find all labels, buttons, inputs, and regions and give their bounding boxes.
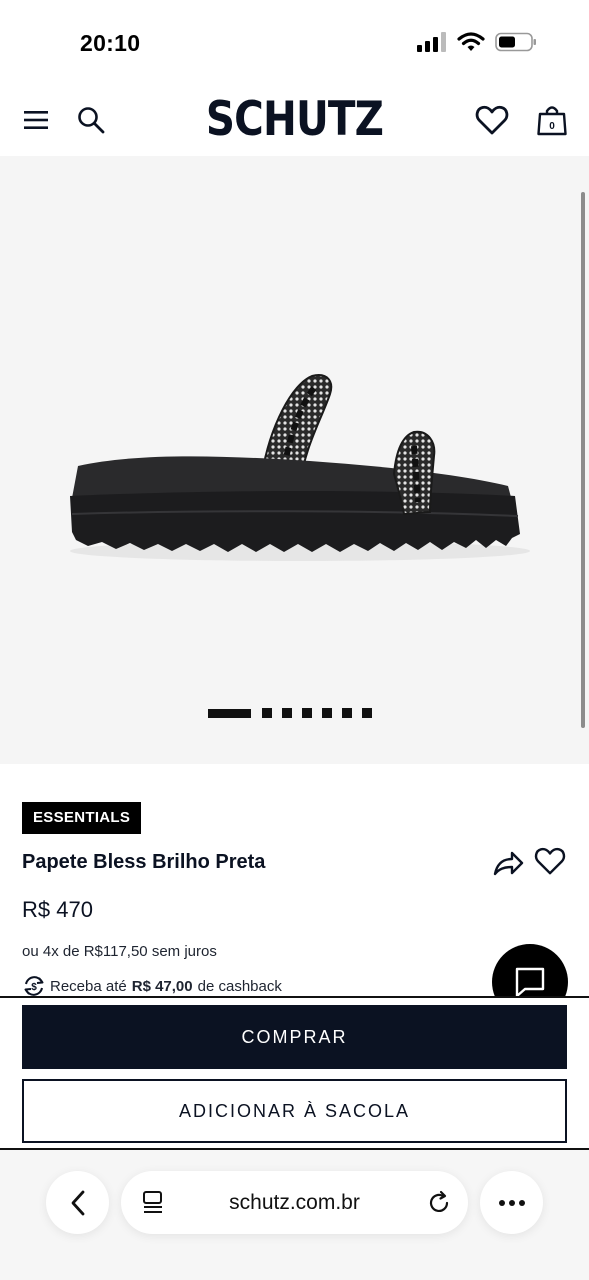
cashback-icon: $ bbox=[24, 976, 44, 996]
gallery-pagination[interactable] bbox=[208, 708, 372, 718]
favorite-button[interactable] bbox=[534, 846, 568, 880]
reader-icon bbox=[143, 1191, 162, 1213]
scroll-indicator[interactable] bbox=[581, 192, 585, 728]
more-options-button[interactable] bbox=[480, 1171, 543, 1234]
gallery-dot-active[interactable] bbox=[208, 708, 251, 718]
gallery-dot[interactable] bbox=[302, 708, 312, 718]
cashback-amount: R$ 47,00 bbox=[131, 977, 193, 995]
gallery-dot[interactable] bbox=[342, 708, 352, 718]
svg-text:$: $ bbox=[31, 982, 37, 993]
cashback-suffix: de cashback bbox=[197, 977, 282, 995]
cashback-prefix: Receba até bbox=[50, 977, 127, 995]
buy-button[interactable]: COMPRAR bbox=[22, 1005, 567, 1069]
status-time: 20:10 bbox=[80, 30, 141, 56]
gallery-dot[interactable] bbox=[362, 708, 372, 718]
reload-icon[interactable] bbox=[426, 1190, 452, 1216]
wishlist-button[interactable] bbox=[472, 100, 512, 140]
chevron-left-icon bbox=[71, 1190, 84, 1215]
shopping-bag-icon: 0 bbox=[537, 106, 567, 136]
bag-count: 0 bbox=[549, 121, 555, 132]
product-image bbox=[70, 374, 530, 561]
product-image-gallery[interactable] bbox=[0, 156, 589, 764]
bag-button[interactable]: 0 bbox=[532, 100, 572, 140]
site-header: SCHUTZ 0 bbox=[0, 86, 589, 156]
gallery-dot[interactable] bbox=[282, 708, 292, 718]
cashback-info: $ Receba até R$ 47,00 de cashback bbox=[22, 975, 282, 997]
status-bar: 20:10 bbox=[0, 0, 589, 86]
collection-badge: ESSENTIALS bbox=[22, 802, 142, 834]
address-bar[interactable]: schutz.com.br bbox=[121, 1171, 468, 1234]
product-title: Papete Bless Brilho Preta bbox=[22, 851, 266, 873]
share-icon bbox=[493, 851, 524, 876]
product-price: R$ 470 bbox=[22, 897, 93, 922]
purchase-actions: COMPRAR ADICIONAR À SACOLA bbox=[0, 996, 589, 1150]
status-icons bbox=[417, 32, 537, 52]
wifi-icon bbox=[457, 32, 485, 51]
url-text: schutz.com.br bbox=[229, 1190, 360, 1214]
signal-icon bbox=[417, 32, 446, 52]
browser-toolbar: schutz.com.br bbox=[0, 1150, 589, 1280]
installments-text: ou 4x de R$117,50 sem juros bbox=[22, 943, 217, 960]
share-button[interactable] bbox=[491, 846, 525, 880]
heart-icon bbox=[475, 105, 509, 135]
back-button[interactable] bbox=[46, 1171, 109, 1234]
add-to-bag-button[interactable]: ADICIONAR À SACOLA bbox=[22, 1079, 567, 1143]
battery-icon bbox=[495, 32, 536, 52]
heart-icon bbox=[534, 847, 566, 875]
gallery-dot[interactable] bbox=[322, 708, 332, 718]
gallery-dot[interactable] bbox=[262, 708, 272, 718]
ellipsis-icon bbox=[498, 1199, 525, 1206]
chat-icon bbox=[515, 967, 545, 998]
